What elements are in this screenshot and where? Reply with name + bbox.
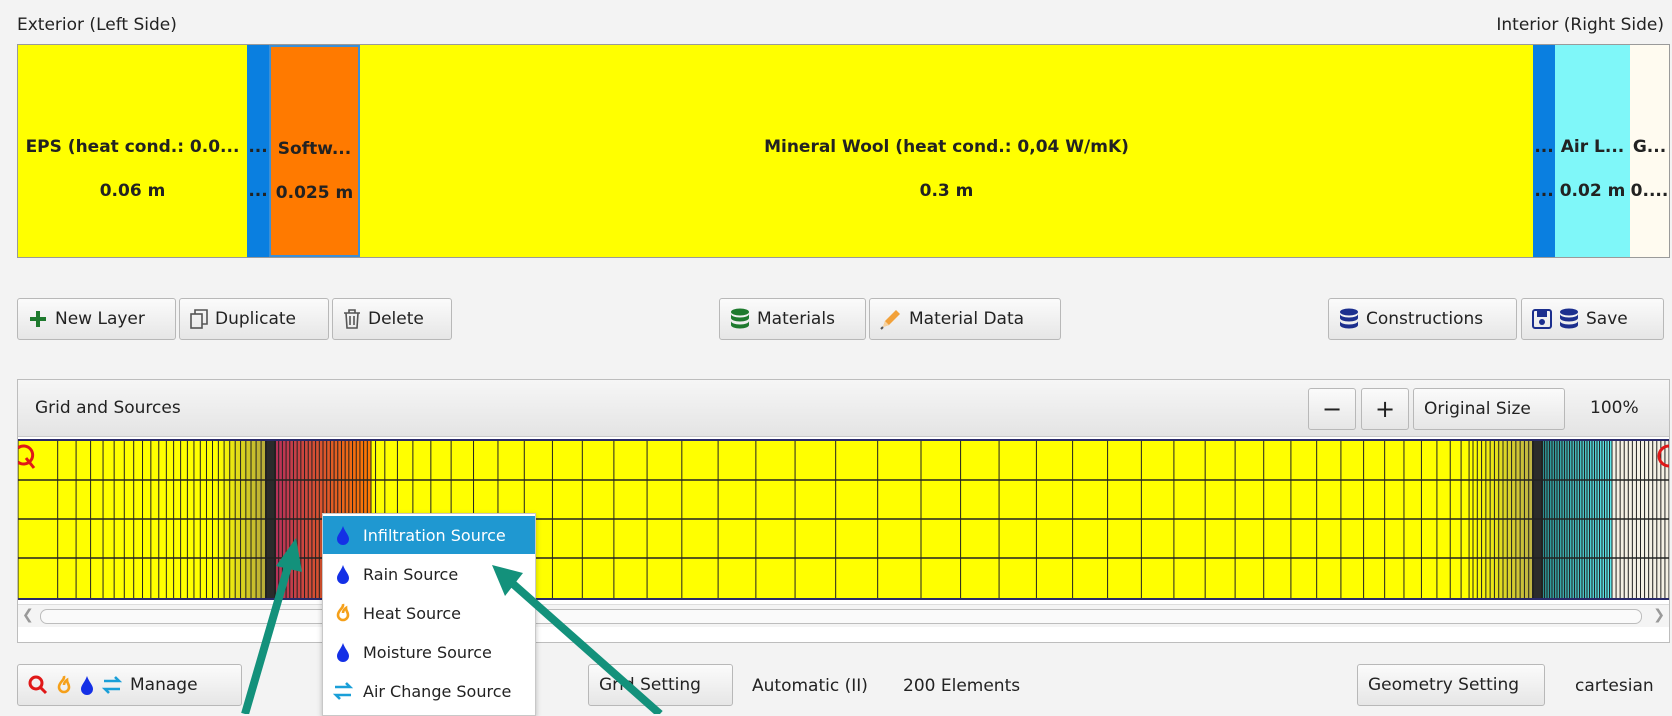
material-data-button[interactable]: Material Data xyxy=(869,298,1061,340)
database-icon xyxy=(1339,308,1359,330)
water-drop-icon xyxy=(80,675,94,695)
geometry-type-text: cartesian xyxy=(1575,676,1654,696)
flame-icon xyxy=(323,603,363,623)
database-icon xyxy=(730,308,750,330)
layer-air[interactable]: Air L... 0.02 m xyxy=(1555,45,1630,257)
zoom-in-label: + xyxy=(1374,395,1396,423)
exchange-icon xyxy=(323,681,363,701)
grid-panel-header: Grid and Sources − + Original Size 100% xyxy=(18,380,1669,437)
layer-gypsum[interactable]: G... 0.... xyxy=(1630,45,1669,257)
grid-drawing xyxy=(18,439,1669,600)
add-source-context-menu: Infiltration Source Rain Source Heat Sou… xyxy=(322,513,536,716)
floppy-disk-icon xyxy=(1532,309,1552,329)
menu-item-label: Moisture Source xyxy=(363,642,492,662)
duplicate-button[interactable]: Duplicate xyxy=(179,298,329,340)
layer-thickness: 0.025 m xyxy=(275,183,354,203)
layer-name: G... xyxy=(1632,137,1667,157)
menu-item-heat-source[interactable]: Heat Source xyxy=(323,594,535,632)
layer-thin-blue[interactable]: ... ... xyxy=(247,45,269,257)
grid-and-sources-panel: Grid and Sources − + Original Size 100% xyxy=(17,379,1670,643)
interior-side-label: Interior (Right Side) xyxy=(1496,15,1664,35)
plus-icon xyxy=(28,309,48,329)
menu-item-label: Infiltration Source xyxy=(363,525,506,545)
menu-item-rain-source[interactable]: Rain Source xyxy=(323,555,535,593)
materials-label: Materials xyxy=(757,309,835,329)
manage-sources-button[interactable]: Manage xyxy=(17,664,242,706)
menu-item-label: Heat Source xyxy=(363,603,461,623)
element-count-text: 200 Elements xyxy=(903,676,1021,696)
exchange-icon xyxy=(101,675,123,695)
constructions-label: Constructions xyxy=(1366,309,1484,329)
layer-name: Air L... xyxy=(1560,137,1625,157)
menu-item-air-change-source[interactable]: Air Change Source xyxy=(323,672,535,710)
grid-panel-title: Grid and Sources xyxy=(35,398,181,418)
manage-label: Manage xyxy=(130,675,198,695)
grid-setting-button[interactable]: Grid Setting xyxy=(588,664,733,706)
geometry-setting-button[interactable]: Geometry Setting xyxy=(1357,664,1545,706)
database-icon xyxy=(1559,308,1579,330)
menu-item-label: Rain Source xyxy=(363,564,459,584)
original-size-label: Original Size xyxy=(1424,399,1531,419)
pencil-icon xyxy=(880,308,902,330)
new-layer-button[interactable]: New Layer xyxy=(17,298,176,340)
horizontal-scrollbar[interactable]: ❮ ❯ xyxy=(18,604,1669,627)
construction-layer-bar: EPS (heat cond.: 0.0... 0.06 m ... ... S… xyxy=(17,44,1670,258)
layer-thickness: 0.... xyxy=(1630,181,1669,201)
menu-item-infiltration-source[interactable]: Infiltration Source xyxy=(323,516,535,554)
geometry-setting-label: Geometry Setting xyxy=(1368,675,1520,695)
exterior-side-label: Exterior (Left Side) xyxy=(17,15,177,35)
scroll-left-icon[interactable]: ❮ xyxy=(22,607,34,623)
zoom-out-label: − xyxy=(1321,395,1343,423)
save-button[interactable]: Save xyxy=(1521,298,1664,340)
layer-thickness: 0.3 m xyxy=(919,181,974,201)
constructions-button[interactable]: Constructions xyxy=(1328,298,1517,340)
delete-label: Delete xyxy=(368,309,424,329)
water-drop-icon xyxy=(323,564,363,584)
grid-canvas[interactable] xyxy=(18,438,1669,604)
trash-icon xyxy=(343,309,361,329)
menu-item-label: Air Change Source xyxy=(363,681,512,701)
scroll-right-icon[interactable]: ❯ xyxy=(1653,607,1665,623)
layer-name: ... xyxy=(248,137,268,157)
layer-thickness: ... xyxy=(248,181,268,201)
layer-softwood[interactable]: Softw... 0.025 m xyxy=(269,45,360,257)
grid-setting-label: Grid Setting xyxy=(599,675,701,695)
grid-mode-text: Automatic (II) xyxy=(752,676,868,696)
zoom-out-button[interactable]: − xyxy=(1308,388,1356,430)
material-data-label: Material Data xyxy=(909,309,1025,329)
layer-name: EPS (heat cond.: 0.0... xyxy=(25,137,240,157)
zoom-level: 100% xyxy=(1590,398,1639,418)
layer-name: Mineral Wool (heat cond.: 0,04 W/mK) xyxy=(764,137,1129,157)
menu-item-moisture-source[interactable]: Moisture Source xyxy=(323,633,535,671)
delete-button[interactable]: Delete xyxy=(332,298,452,340)
layer-thickness: ... xyxy=(1534,181,1554,201)
layer-eps[interactable]: EPS (heat cond.: 0.0... 0.06 m xyxy=(18,45,247,257)
layer-thickness: 0.06 m xyxy=(99,181,166,201)
duplicate-label: Duplicate xyxy=(215,309,296,329)
new-layer-label: New Layer xyxy=(55,309,145,329)
water-drop-icon xyxy=(323,525,363,545)
layer-name: ... xyxy=(1534,137,1554,157)
water-drop-icon xyxy=(323,642,363,662)
flame-icon xyxy=(55,675,73,695)
save-label: Save xyxy=(1586,309,1628,329)
layer-name: Softw... xyxy=(277,139,352,159)
copy-icon xyxy=(190,309,208,329)
search-icon xyxy=(28,675,48,695)
layer-mineral-wool[interactable]: Mineral Wool (heat cond.: 0,04 W/mK) 0.3… xyxy=(360,45,1533,257)
zoom-in-button[interactable]: + xyxy=(1361,388,1409,430)
layer-thickness: 0.02 m xyxy=(1559,181,1626,201)
original-size-button[interactable]: Original Size xyxy=(1413,388,1565,430)
layer-thin-blue-2[interactable]: ... ... xyxy=(1533,45,1555,257)
materials-button[interactable]: Materials xyxy=(719,298,866,340)
scrollbar-thumb[interactable] xyxy=(40,609,1642,624)
